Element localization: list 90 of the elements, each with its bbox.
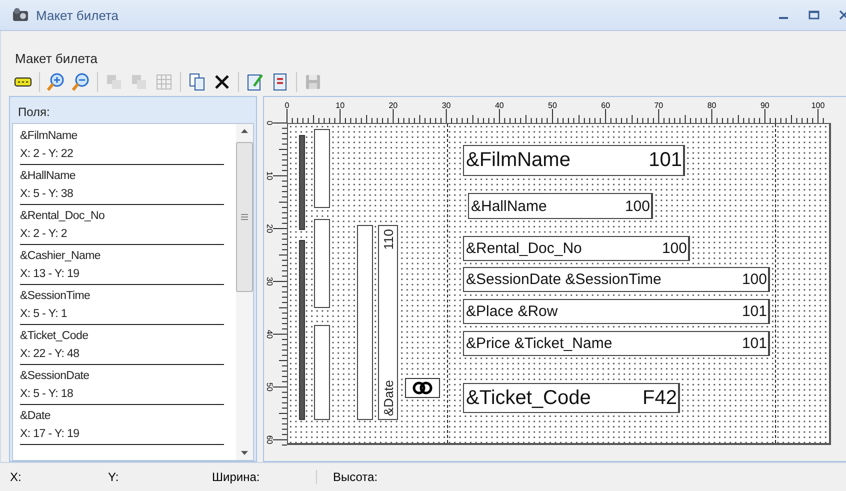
- field-list-item[interactable]: &SessionTime X: 5 - Y: 1: [20, 287, 224, 325]
- vertical-field-box[interactable]: [299, 240, 305, 420]
- field-list-item[interactable]: &Ticket_Code X: 22 - Y: 48: [20, 327, 224, 365]
- vertical-field-box[interactable]: [299, 135, 305, 230]
- ruler-label: 0: [284, 101, 290, 110]
- text-field-box[interactable]: &Price &Ticket_Name 101: [463, 331, 770, 356]
- field-list-item[interactable]: &Cashier_Name X: 13 - Y: 19: [20, 247, 224, 285]
- field-label: &HallName: [471, 198, 547, 214]
- vertical-text-field[interactable]: 110 &Date: [378, 225, 398, 420]
- ruler-label: 50: [548, 101, 557, 110]
- field-list-item[interactable]: &HallName X: 5 - Y: 38: [20, 167, 224, 205]
- scrollbar[interactable]: [236, 124, 253, 460]
- field-name: &Cashier_Name: [20, 249, 102, 264]
- field-name: &Date: [20, 409, 52, 424]
- field-size: 101: [742, 335, 767, 352]
- field-name: &FilmName: [20, 129, 78, 144]
- ruler-label: 50: [265, 382, 274, 392]
- scroll-thumb[interactable]: [236, 142, 253, 292]
- panel-header: Поля:: [17, 104, 51, 121]
- field-position: X: 5 - Y: 38: [20, 187, 74, 202]
- field-position: X: 13 - Y: 19: [20, 267, 80, 282]
- window-title: Макет билета: [36, 8, 120, 22]
- ruler-label: 60: [265, 435, 274, 444]
- field-size: 101: [648, 149, 682, 172]
- status-label: X:: [9, 470, 22, 484]
- zoom-out-icon[interactable]: [71, 72, 91, 92]
- text-field-box[interactable]: &Ticket_Code F42: [463, 383, 680, 413]
- ruler-label: 30: [442, 101, 451, 110]
- field-label: &Rental_Doc_No: [466, 240, 582, 257]
- ruler-label: 20: [388, 101, 398, 110]
- text-field-box[interactable]: &HallName 100: [468, 193, 653, 219]
- field-list-item[interactable]: &Date X: 17 - Y: 19: [20, 407, 224, 445]
- vertical-field-box[interactable]: [314, 325, 330, 420]
- ruler-label: 0: [265, 120, 274, 126]
- field-name: &SessionTime: [20, 289, 92, 304]
- ruler-label: 100: [811, 101, 825, 110]
- grip-icon: [241, 214, 248, 220]
- scroll-down-icon[interactable]: [240, 450, 249, 456]
- field-label: &Price &Ticket_Name: [466, 335, 612, 352]
- form-title: Макет билета: [14, 50, 99, 68]
- field-name: &HallName: [20, 169, 76, 184]
- text-field-box[interactable]: &Rental_Doc_No 100: [463, 236, 690, 261]
- ruler-label: 90: [760, 101, 770, 110]
- text-field-box[interactable]: &SessionDate &SessionTime 100: [463, 267, 770, 292]
- field-position: X: 2 - Y: 22: [20, 147, 74, 162]
- chain-link-icon[interactable]: [405, 378, 440, 398]
- ruler-label: 40: [494, 101, 504, 110]
- field-size: 100: [742, 271, 767, 288]
- zoom-in-icon[interactable]: [46, 72, 66, 92]
- field-name: &Ticket_Code: [20, 329, 90, 344]
- field-name: &Rental_Doc_No: [20, 209, 106, 224]
- field-list-item[interactable]: &SessionDate X: 5 - Y: 18: [20, 367, 224, 405]
- maximize-icon[interactable]: [808, 9, 820, 21]
- vertical-field-box[interactable]: [357, 225, 373, 420]
- status-label: Ширина:: [202, 470, 317, 484]
- field-position: X: 5 - Y: 1: [20, 307, 68, 322]
- ruler-label: 40: [265, 330, 274, 339]
- ruler-label: 10: [265, 171, 274, 180]
- ruler-label: 60: [601, 101, 610, 110]
- vertical-field-box[interactable]: [314, 129, 330, 208]
- field-label: &FilmName: [466, 149, 570, 172]
- edit-icon[interactable]: [245, 72, 265, 92]
- field-label: &SessionDate &SessionTime: [466, 271, 662, 288]
- scroll-up-icon[interactable]: [240, 128, 249, 134]
- field-name: &SessionDate: [20, 369, 90, 384]
- field-label: &Date: [380, 380, 396, 416]
- field-size: 110: [380, 229, 396, 250]
- field-label: &Ticket_Code: [466, 386, 591, 410]
- field-position: X: 22 - Y: 48: [20, 347, 80, 362]
- copy-icon[interactable]: [187, 72, 207, 92]
- field-label: &Place &Row: [466, 303, 558, 320]
- field-position: X: 17 - Y: 19: [20, 427, 80, 442]
- ruler-label: 70: [654, 101, 664, 110]
- field-size: F42: [642, 386, 677, 410]
- field-position: X: 5 - Y: 18: [20, 387, 74, 402]
- ruler-label: 20: [265, 224, 274, 234]
- ruler-label: 30: [265, 276, 274, 286]
- field-size: 100: [662, 240, 687, 257]
- ruler-label: 80: [707, 101, 716, 110]
- field-position: X: 2 - Y: 2: [20, 227, 68, 242]
- field-list-item[interactable]: &FilmName X: 2 - Y: 22: [20, 127, 224, 165]
- field-size: 101: [742, 303, 767, 320]
- text-field-box[interactable]: &FilmName 101: [463, 145, 685, 176]
- status-label: Высота:: [332, 470, 378, 484]
- field-size: 100: [624, 198, 650, 214]
- field-list-item[interactable]: &Rental_Doc_No X: 2 - Y: 2: [20, 207, 224, 245]
- vertical-field-box[interactable]: [314, 219, 330, 308]
- ruler-label: 10: [336, 101, 345, 110]
- status-label: Y:: [107, 470, 120, 484]
- text-field-box[interactable]: &Place &Row 101: [463, 299, 770, 324]
